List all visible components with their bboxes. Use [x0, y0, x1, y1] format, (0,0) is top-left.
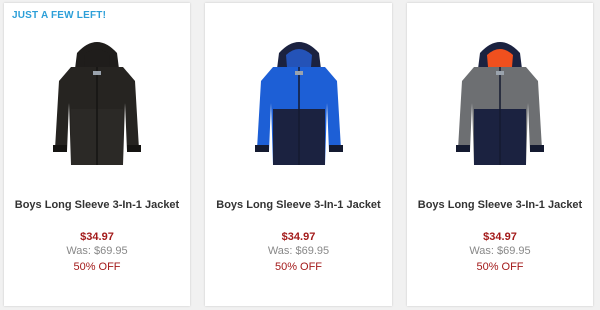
product-name[interactable]: Boys Long Sleeve 3-In-1 Jacket: [205, 199, 392, 211]
product-card[interactable]: Boys Long Sleeve 3-In-1 Jacket $34.97 Wa…: [407, 3, 593, 306]
stock-badge: JUST A FEW LEFT!: [12, 10, 107, 21]
sale-price: $34.97: [483, 231, 517, 243]
product-name[interactable]: Boys Long Sleeve 3-In-1 Jacket: [407, 199, 593, 211]
sale-price: $34.97: [80, 231, 114, 243]
discount-label: 50% OFF: [274, 261, 323, 273]
original-price: Was: $69.95: [267, 245, 330, 257]
discount-label: 50% OFF: [73, 261, 121, 273]
product-card[interactable]: Boys Long Sleeve 3-In-1 Jacket $34.97 Wa…: [205, 3, 392, 306]
jacket-image: [456, 42, 544, 165]
product-grid: JUST A FEW LEFT! Boys Long Sleeve 3-In-1…: [0, 0, 600, 310]
product-name[interactable]: Boys Long Sleeve 3-In-1 Jacket: [4, 199, 190, 211]
product-image[interactable]: [407, 31, 593, 181]
original-price: Was: $69.95: [66, 245, 128, 257]
jacket-image: [53, 42, 141, 165]
product-image[interactable]: [205, 31, 392, 181]
jacket-image: [254, 42, 343, 165]
product-image[interactable]: [4, 31, 190, 181]
original-price: Was: $69.95: [469, 245, 531, 257]
sale-price: $34.97: [281, 231, 316, 243]
product-card[interactable]: JUST A FEW LEFT! Boys Long Sleeve 3-In-1…: [4, 3, 190, 306]
discount-label: 50% OFF: [476, 261, 524, 273]
